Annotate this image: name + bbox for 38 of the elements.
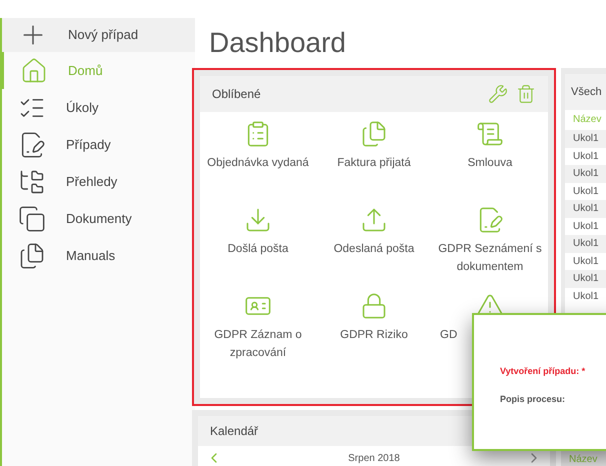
sidebar-item[interactable]: Manuals — [2, 237, 195, 274]
required-field-label: Vytvoření případu: * — [500, 365, 586, 378]
favorite-tile[interactable]: Došlá pošta — [200, 206, 316, 278]
upload-icon — [360, 206, 388, 234]
panel-title: Kalendář — [210, 423, 258, 440]
sidebar-item[interactable]: Úkoly — [2, 89, 195, 126]
favorite-tile[interactable]: GDPR Záznam o zpracování — [200, 292, 316, 364]
favorite-tile[interactable]: GDPR Riziko — [316, 292, 432, 364]
favorite-tile[interactable]: GDPR Seznámení s dokumentem — [432, 206, 548, 278]
favorite-tile[interactable]: Odeslaná pošta — [316, 206, 432, 278]
lock-icon — [360, 292, 388, 320]
page-title: Dashboard — [208, 26, 347, 60]
table-cell: Ukol1 — [565, 165, 606, 182]
calendar-month: Srpen 2018 — [347, 452, 401, 466]
scroll-icon — [476, 120, 504, 148]
table-cell: Ukol1 — [565, 270, 606, 288]
wrench-icon[interactable] — [488, 84, 508, 104]
favorite-tile[interactable]: Faktura přijatá — [316, 120, 432, 192]
home-icon — [20, 56, 48, 84]
documents-icon — [18, 204, 46, 232]
panel-title: Všech — [571, 84, 602, 100]
panel-title: Oblíbené — [212, 86, 262, 103]
sidebar-item[interactable]: Dokumenty — [2, 200, 195, 237]
sidebar-item[interactable]: Přehledy — [2, 163, 195, 200]
column-header: Název — [572, 113, 602, 127]
documents-icon — [18, 242, 46, 270]
sidebar-item[interactable]: Případy — [2, 126, 195, 163]
table-cell: Ukol1 — [565, 200, 606, 218]
download-icon — [244, 206, 272, 234]
trash-icon[interactable] — [516, 84, 536, 104]
field-label: Popis procesu: — [500, 392, 566, 406]
table-cell: Ukol1 — [565, 130, 606, 148]
favorite-tile[interactable]: Smlouva — [432, 120, 548, 192]
column-header: Název — [569, 454, 598, 465]
documents-icon — [360, 120, 388, 148]
table-cell: Ukol1 — [565, 235, 606, 252]
new-case-button[interactable]: Nový případ — [2, 18, 195, 52]
favorite-tile[interactable]: Objednávka vydaná — [200, 120, 316, 192]
